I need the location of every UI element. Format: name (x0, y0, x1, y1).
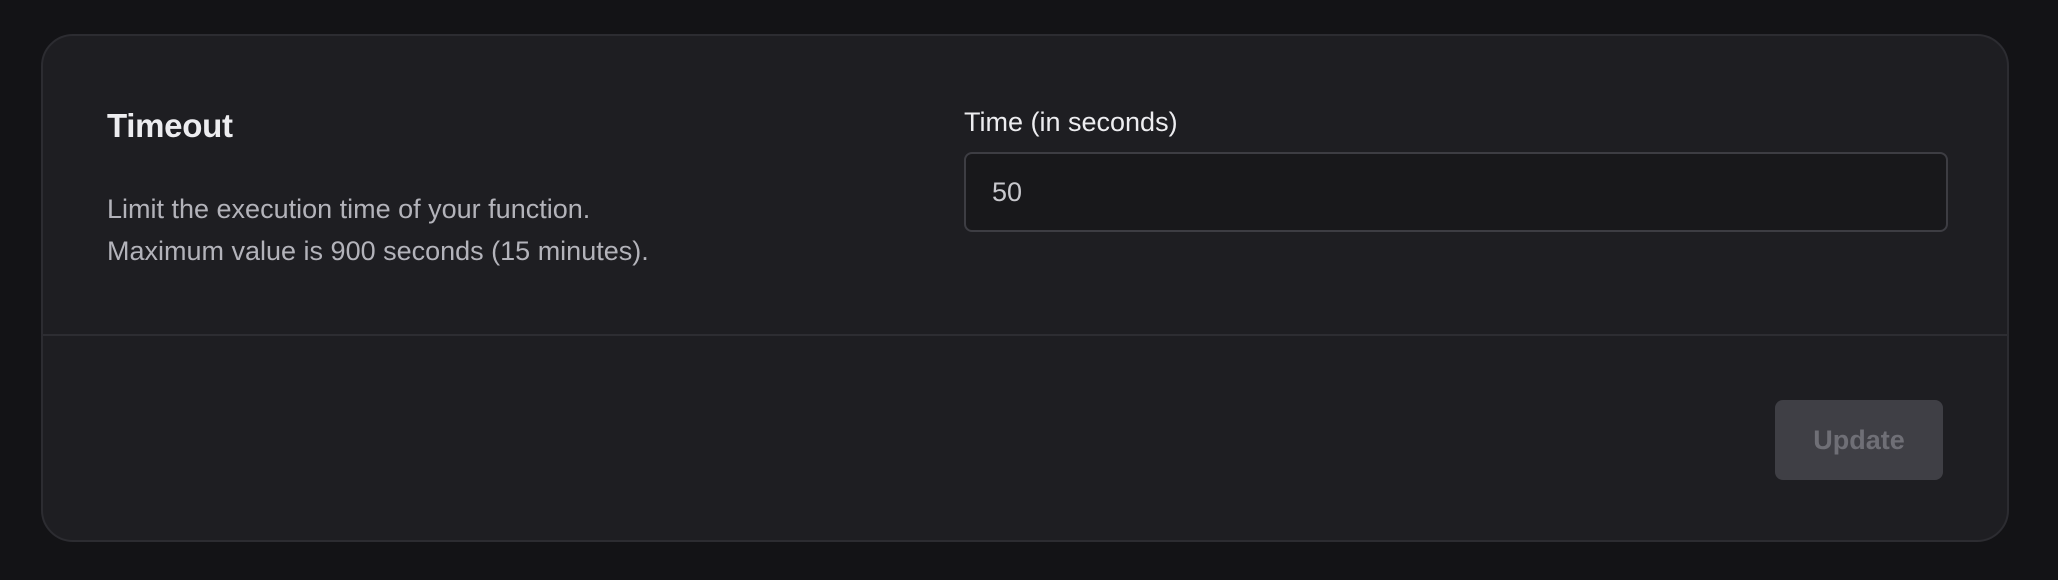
card-footer: Update (43, 336, 2007, 540)
card-body: Timeout Limit the execution time of your… (43, 36, 2007, 336)
section-description: Limit the execution time of your functio… (107, 188, 867, 272)
section-title: Timeout (107, 107, 233, 144)
timeout-settings-card: Timeout Limit the execution time of your… (41, 34, 2009, 542)
timeout-seconds-input[interactable] (964, 152, 1948, 232)
description-line-2: Maximum value is 900 seconds (15 minutes… (107, 236, 649, 266)
update-button[interactable]: Update (1775, 400, 1943, 480)
timeout-field-label: Time (in seconds) (964, 107, 1178, 137)
section-info: Timeout Limit the execution time of your… (107, 106, 867, 272)
timeout-field: Time (in seconds) (964, 104, 1948, 232)
description-line-1: Limit the execution time of your functio… (107, 194, 591, 224)
